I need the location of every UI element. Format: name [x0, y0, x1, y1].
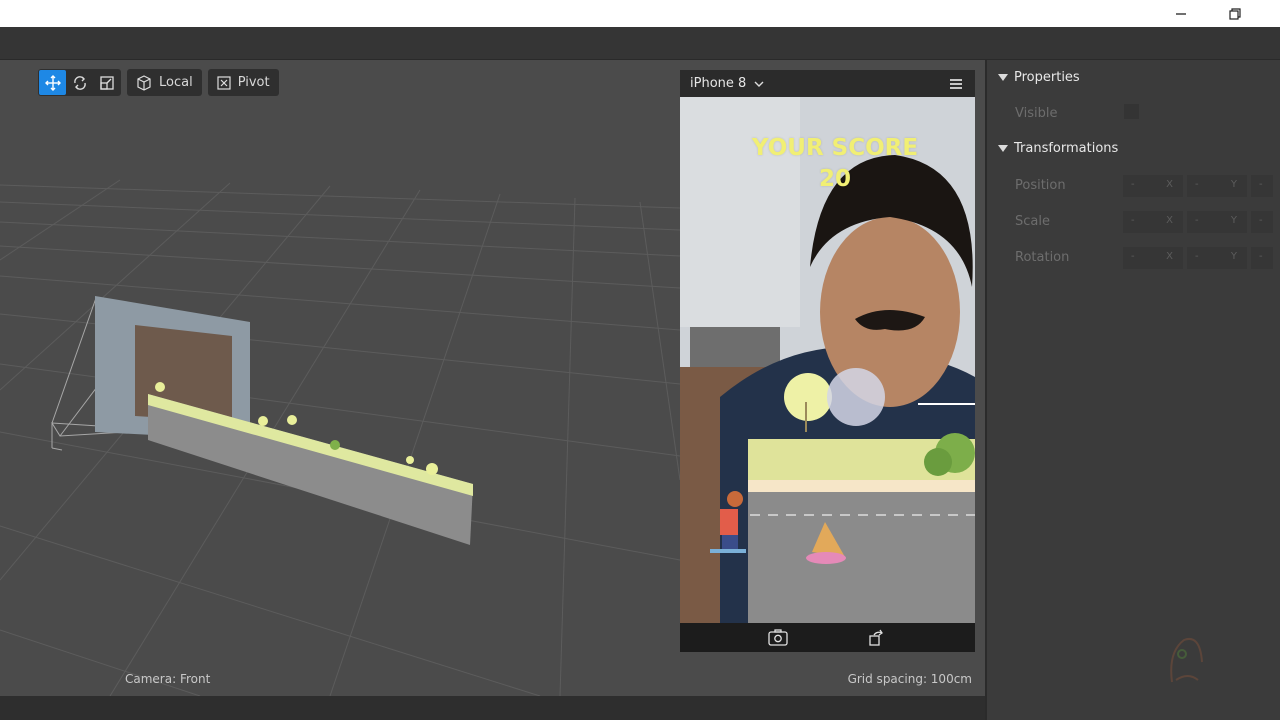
status-bar: [0, 696, 985, 720]
preview-menu-button[interactable]: [949, 78, 963, 94]
position-label: Position: [1015, 178, 1066, 193]
position-x-field[interactable]: -X: [1123, 175, 1183, 197]
visible-label: Visible: [1015, 106, 1058, 121]
grid-lines: [0, 179, 681, 696]
local-label: Local: [159, 75, 193, 90]
minimize-button[interactable]: [1158, 0, 1204, 27]
move-tool-button[interactable]: [39, 70, 66, 95]
device-selector[interactable]: iPhone 8: [690, 76, 764, 91]
rotation-y-field[interactable]: -Y: [1187, 247, 1247, 269]
preview-footer: [680, 623, 975, 652]
transform-toolbar: Local Pivot: [38, 69, 279, 96]
device-name: iPhone 8: [690, 76, 747, 91]
top-menu-bar: [0, 27, 1280, 60]
position-z-field[interactable]: -: [1251, 175, 1273, 197]
transformations-section-title: Transformations: [1014, 141, 1119, 156]
visible-row: Visible: [987, 98, 1280, 128]
rotation-row: Rotation -X -Y -: [987, 242, 1280, 272]
rotate-tool-button[interactable]: [66, 70, 93, 95]
chevron-down-icon: [754, 81, 764, 87]
preview-screen: YOUR SCORE 20: [680, 97, 975, 623]
caret-down-icon: [998, 74, 1008, 81]
rotate-device-icon: [869, 629, 883, 646]
rotation-fields: -X -Y -: [1123, 247, 1273, 269]
rotation-label: Rotation: [1015, 250, 1070, 265]
window-title-bar: [0, 0, 1280, 27]
local-space-button[interactable]: Local: [128, 70, 201, 95]
score-title: YOUR SCORE: [751, 135, 919, 161]
scale-icon: [99, 75, 114, 90]
camera-label: Camera: Front: [125, 672, 211, 686]
scale-z-field[interactable]: -: [1251, 211, 1273, 233]
scene-viewport[interactable]: Local Pivot iPhone 8 YOUR SCORE 20 Camer…: [0, 60, 985, 696]
pivot-label: Pivot: [237, 75, 270, 90]
watermark-logo: [1162, 632, 1206, 688]
move-icon: [44, 74, 61, 91]
hamburger-menu-icon: [950, 79, 962, 89]
cube-icon: [137, 74, 151, 91]
switch-camera-button[interactable]: [768, 629, 788, 650]
transformations-section-header[interactable]: Transformations: [987, 134, 1280, 164]
properties-section-header[interactable]: Properties: [987, 63, 1280, 93]
restore-icon: [1229, 7, 1241, 20]
rotation-x-field[interactable]: -X: [1123, 247, 1183, 269]
scale-x-field[interactable]: -X: [1123, 211, 1183, 233]
rotate-device-button[interactable]: [868, 629, 886, 650]
preview-header: iPhone 8: [680, 70, 975, 97]
watermark-logo-icon: [1170, 638, 1203, 683]
rotate-icon: [73, 75, 86, 90]
restore-button[interactable]: [1212, 0, 1258, 27]
score-value: 20: [818, 166, 851, 192]
position-y-field[interactable]: -Y: [1187, 175, 1247, 197]
scale-row: Scale -X -Y -: [987, 206, 1280, 236]
visible-checkbox[interactable]: [1124, 104, 1139, 119]
rotation-z-field[interactable]: -: [1251, 247, 1273, 269]
position-fields: -X -Y -: [1123, 175, 1273, 197]
pivot-toggle-group: Pivot: [207, 69, 279, 96]
transform-tools-group: [38, 69, 121, 96]
properties-panel: Properties Visible Transformations Posit…: [985, 60, 1280, 720]
pivot-button[interactable]: Pivot: [209, 70, 278, 95]
scale-fields: -X -Y -: [1123, 211, 1273, 233]
device-preview-panel: iPhone 8 YOUR SCORE 20: [680, 70, 975, 652]
properties-section-title: Properties: [1014, 70, 1080, 85]
grid-spacing-label: Grid spacing: 100cm: [847, 672, 972, 686]
caret-down-icon: [998, 145, 1008, 152]
scale-label: Scale: [1015, 214, 1050, 229]
minimize-icon: [1176, 12, 1186, 15]
scale-tool-button[interactable]: [93, 70, 120, 95]
switch-camera-icon: [768, 629, 788, 646]
space-toggle-group: Local: [127, 69, 202, 96]
scale-y-field[interactable]: -Y: [1187, 211, 1247, 233]
position-row: Position -X -Y -: [987, 170, 1280, 200]
pivot-icon: [217, 75, 231, 90]
